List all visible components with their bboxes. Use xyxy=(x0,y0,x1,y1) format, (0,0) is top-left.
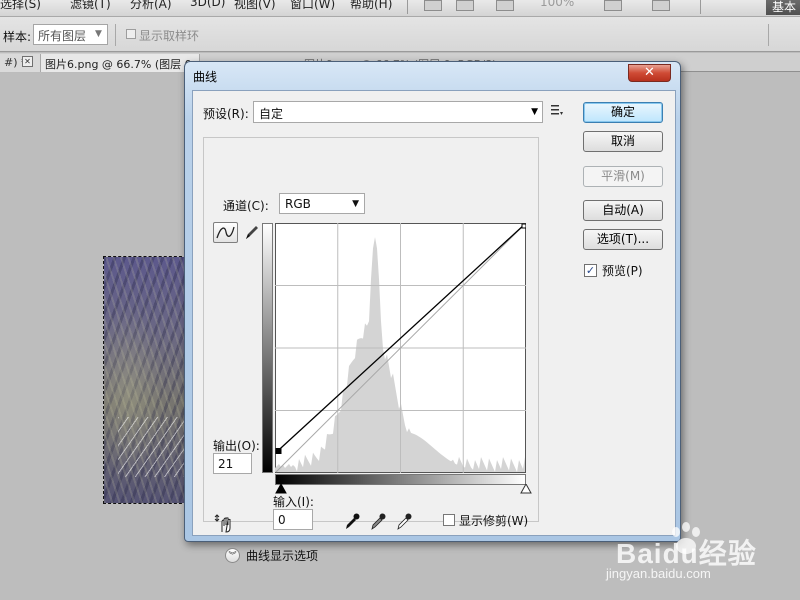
menu-item-filter[interactable]: 滤镜(T) xyxy=(70,0,111,12)
document-tab-active[interactable]: 图片6.png @ 66.7% (图层 0, RGB/8) * xyxy=(40,54,200,72)
arrange-documents-icon[interactable] xyxy=(604,0,622,11)
show-clipping-label: 显示修剪(W) xyxy=(459,514,529,528)
pencil-icon[interactable] xyxy=(242,222,262,243)
document-tab-label: 图片6.png @ 66.7% (图层 0, RGB/8) * xyxy=(45,58,199,71)
document-tab[interactable]: #) * xyxy=(0,54,40,72)
divider xyxy=(321,556,521,557)
workspace-switcher-button[interactable]: 基本 xyxy=(766,0,800,15)
tool-options-bar: 样本: 所有图层 ▼ 显示取样环 xyxy=(0,17,800,52)
chevron-down-icon: ▼ xyxy=(352,199,359,209)
menu-item-view[interactable]: 视图(V) xyxy=(234,0,276,12)
sample-select-value: 所有图层 xyxy=(38,29,87,43)
output-gradient-bar xyxy=(262,223,273,473)
screen-mode-icon[interactable] xyxy=(652,0,670,11)
output-label: 输出(O): xyxy=(213,439,260,453)
eyedropper-black-icon[interactable] xyxy=(343,511,361,531)
chevron-down-icon: ▼ xyxy=(95,29,102,39)
close-icon[interactable]: ✕ xyxy=(22,56,33,67)
document-image[interactable] xyxy=(103,256,187,504)
channel-value: RGB xyxy=(285,197,311,211)
menu-item-3d[interactable]: 3D(D) xyxy=(190,0,225,9)
menu-item-window[interactable]: 窗口(W) xyxy=(290,0,335,12)
toolbar-separator xyxy=(407,0,408,14)
curve-control-point[interactable] xyxy=(275,447,282,454)
close-icon: ✕ xyxy=(644,65,655,80)
curve-display-options-label[interactable]: 曲线显示选项 xyxy=(246,547,318,564)
preset-select[interactable]: 自定 ▼ xyxy=(253,101,543,123)
show-sampling-ring-checkbox[interactable] xyxy=(126,29,136,39)
menu-item-help[interactable]: 帮助(H) xyxy=(350,0,392,12)
input-value: 0 xyxy=(278,513,286,527)
input-field[interactable]: 0 xyxy=(273,509,313,530)
menu-item-select[interactable]: 选择(S) xyxy=(0,0,41,12)
chevron-down-icon[interactable]: ︾ xyxy=(225,548,240,563)
curve-control-point[interactable] xyxy=(521,223,526,229)
view-extras-icon[interactable] xyxy=(496,0,514,11)
eyedropper-gray-icon[interactable] xyxy=(369,511,387,531)
auto-button[interactable]: 自动(A) xyxy=(583,200,663,221)
preset-label: 预设(R): xyxy=(203,107,249,121)
options-button[interactable]: 选项(T)... xyxy=(583,229,663,250)
curve-tool-icon[interactable] xyxy=(213,222,238,243)
options-separator xyxy=(768,24,769,46)
output-value: 21 xyxy=(218,457,234,471)
watermark: Baidu经验 jingyan.baidu.com xyxy=(602,520,800,600)
eyedropper-white-icon[interactable] xyxy=(395,511,413,531)
menu-item-analysis[interactable]: 分析(A) xyxy=(130,0,172,12)
input-gradient-bar xyxy=(275,474,526,485)
mini-bridge-icon[interactable] xyxy=(456,0,474,11)
curves-dialog: 曲线 ✕ 预设(R): 自定 ▼ 输出(O): 21 输入(I): 0 通道(C… xyxy=(184,61,681,563)
show-clipping-checkbox[interactable] xyxy=(443,514,455,526)
watermark-url: jingyan.baidu.com xyxy=(606,566,711,581)
hand-adjust-icon[interactable] xyxy=(214,512,236,534)
preview-checkbox[interactable]: ✓ xyxy=(584,264,597,277)
cancel-button[interactable]: 取消 xyxy=(583,131,663,152)
sample-label: 样本: xyxy=(3,30,32,44)
curve-graph[interactable] xyxy=(275,223,526,473)
preset-options-icon[interactable] xyxy=(550,103,564,117)
bridge-icon[interactable] xyxy=(424,0,442,11)
channel-select[interactable]: RGB ▼ xyxy=(279,193,365,214)
toolbar-separator xyxy=(700,0,701,14)
channel-label: 通道(C): xyxy=(221,197,271,214)
dialog-title: 曲线 xyxy=(193,70,218,84)
options-separator xyxy=(115,24,116,46)
menu-bar: 选择(S) 滤镜(T) 分析(A) 3D(D) 视图(V) 窗口(W) 帮助(H… xyxy=(0,0,800,17)
dialog-body: 预设(R): 自定 ▼ 输出(O): 21 输入(I): 0 通道(C): RG… xyxy=(192,90,676,563)
preset-value: 自定 xyxy=(259,107,284,121)
smooth-button: 平滑(M) xyxy=(583,166,663,187)
image-highlight xyxy=(118,417,186,477)
ok-button[interactable]: 确定 xyxy=(583,102,663,123)
preview-label: 预览(P) xyxy=(602,264,643,278)
output-field[interactable]: 21 xyxy=(213,453,252,474)
input-label: 输入(I): xyxy=(273,495,314,509)
chevron-down-icon: ▼ xyxy=(531,107,538,117)
show-sampling-ring-label: 显示取样环 xyxy=(139,29,200,43)
sample-select[interactable]: 所有图层 ▼ xyxy=(33,24,108,45)
zoom-level[interactable]: 100% xyxy=(540,0,574,9)
white-point-slider[interactable] xyxy=(520,484,532,494)
close-button[interactable]: ✕ xyxy=(628,64,671,82)
